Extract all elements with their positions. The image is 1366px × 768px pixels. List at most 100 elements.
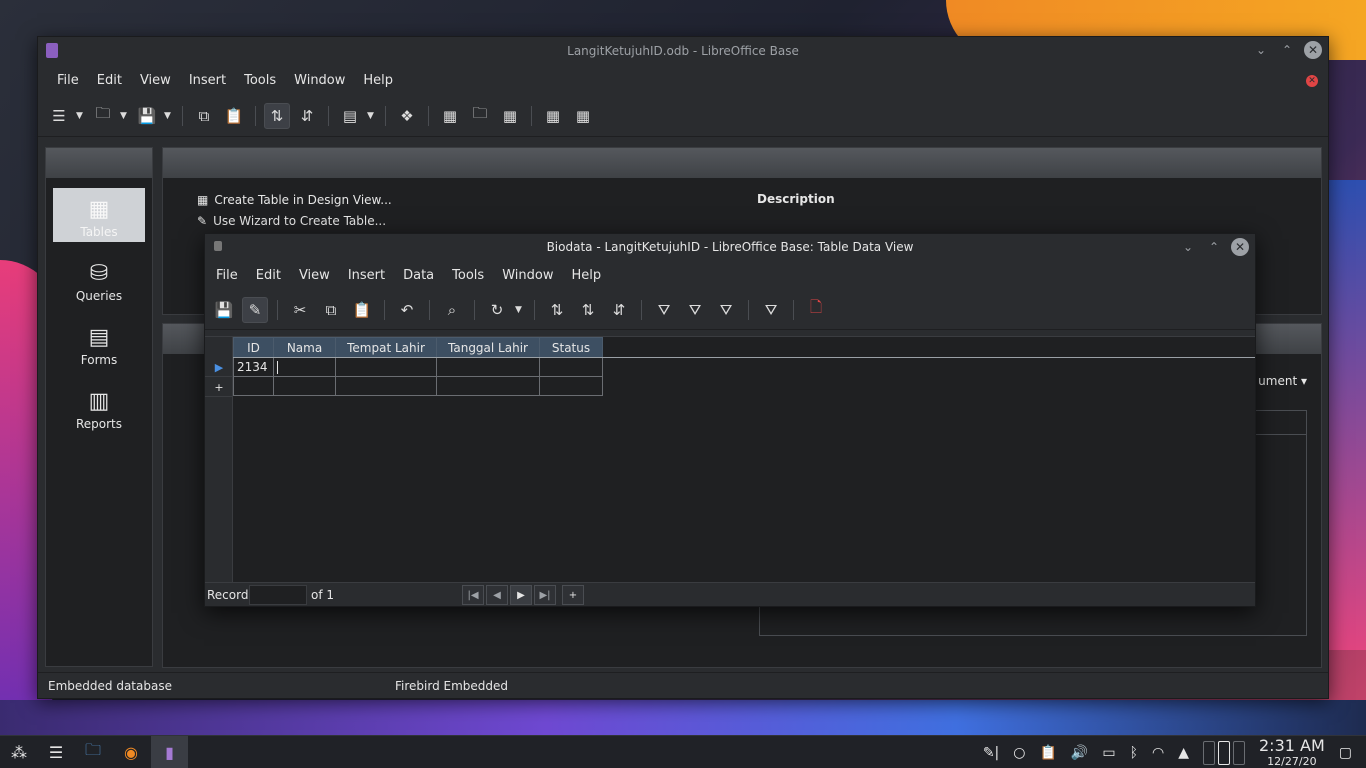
clipboard-icon[interactable]: 📋 <box>1039 745 1056 761</box>
maximize-button[interactable]: ⌃ <box>1278 41 1296 59</box>
form-icon[interactable]: ▤ <box>337 103 363 129</box>
sort-ascending-icon[interactable]: ⇅ <box>264 102 290 129</box>
title-bar[interactable]: Biodata - LangitKetujuhID - LibreOffice … <box>205 234 1255 260</box>
refresh-icon[interactable]: ↻ <box>484 297 510 323</box>
cell-status[interactable] <box>539 376 603 396</box>
open-folder-icon[interactable]: 🗀 <box>90 103 116 129</box>
close-button[interactable]: ✕ <box>1304 41 1322 59</box>
desktop-2[interactable] <box>1218 740 1230 765</box>
menu-view[interactable]: View <box>290 268 339 283</box>
cell-tempat-lahir[interactable] <box>335 376 437 396</box>
column-header-nama[interactable]: Nama <box>273 337 336 358</box>
cell-tempat-lahir[interactable] <box>335 357 437 377</box>
menu-insert[interactable]: Insert <box>339 268 394 283</box>
virtual-desktop-pager[interactable] <box>1203 740 1245 765</box>
menu-window[interactable]: Window <box>285 73 354 88</box>
menu-window[interactable]: Window <box>493 268 562 283</box>
file-manager-icon[interactable]: 🗀 <box>79 736 107 768</box>
menu-help[interactable]: Help <box>562 268 610 283</box>
edit-pencil-icon[interactable]: ✎ <box>242 296 268 323</box>
sidebar-item-queries[interactable]: ⛁ Queries <box>53 252 145 306</box>
chevron-down-icon[interactable]: ▼ <box>164 111 174 121</box>
sidebar-item-tables[interactable]: ▦ Tables <box>53 188 145 242</box>
desktop-3[interactable] <box>1233 740 1245 765</box>
cell-nama[interactable] <box>273 376 336 396</box>
paste-icon[interactable]: 📋 <box>221 103 247 129</box>
new-icon[interactable]: ☰ <box>46 103 72 129</box>
pen-icon[interactable]: ✎| <box>983 745 999 761</box>
relationships-icon[interactable]: ❖ <box>394 103 420 129</box>
last-record-button[interactable]: ▶| <box>534 585 556 605</box>
standard-filter-icon[interactable]: ⛛ <box>682 297 708 323</box>
maximize-button[interactable]: ⌃ <box>1205 238 1223 256</box>
chevron-up-icon[interactable]: ▲ <box>1178 745 1189 761</box>
volume-icon[interactable]: 🔊 <box>1071 745 1088 761</box>
sidebar-item-forms[interactable]: ▤ Forms <box>53 316 145 370</box>
cut-icon[interactable]: ✂ <box>287 297 313 323</box>
firefox-icon[interactable]: ◉ <box>117 736 145 768</box>
wifi-icon[interactable]: ◠ <box>1152 745 1164 761</box>
sort-descending-icon[interactable]: ⇵ <box>606 297 632 323</box>
previous-record-button[interactable]: ◀ <box>486 585 508 605</box>
libreoffice-base-taskbar-icon[interactable]: ▮ <box>151 736 188 768</box>
sort-icon[interactable]: ⇅ <box>544 297 570 323</box>
menu-file[interactable]: File <box>207 268 247 283</box>
autofilter-icon[interactable]: ⛛ <box>651 297 677 323</box>
chevron-down-icon[interactable]: ▼ <box>76 111 86 121</box>
battery-icon[interactable]: ▭ <box>1102 745 1115 761</box>
column-header-status[interactable]: Status <box>539 337 603 358</box>
menu-data[interactable]: Data <box>394 268 443 283</box>
chevron-down-icon[interactable]: ▼ <box>367 111 377 121</box>
cell-id[interactable]: 2134 <box>233 357 274 377</box>
close-document-icon[interactable]: ✕ <box>1306 75 1318 87</box>
menu-insert[interactable]: Insert <box>180 73 235 88</box>
sort-ascending-icon[interactable]: ⇅ <box>575 297 601 323</box>
close-button[interactable]: ✕ <box>1231 238 1249 256</box>
record-number-input[interactable] <box>249 585 307 605</box>
menu-file[interactable]: File <box>48 73 88 88</box>
new-row-marker[interactable]: + <box>205 378 233 397</box>
menu-edit[interactable]: Edit <box>88 73 131 88</box>
undo-icon[interactable]: ↶ <box>394 297 420 323</box>
application-launcher-icon[interactable]: ⁂ <box>4 736 34 768</box>
preview-type-dropdown[interactable]: ument ▾ <box>1258 374 1307 388</box>
minimize-button[interactable]: ⌄ <box>1179 238 1197 256</box>
minimize-button[interactable]: ⌄ <box>1252 41 1270 59</box>
delete-record-icon[interactable]: 🗋 <box>803 297 829 323</box>
chevron-down-icon[interactable]: ▼ <box>120 111 130 121</box>
search-icon[interactable]: ⌕ <box>439 297 465 323</box>
menu-tools[interactable]: Tools <box>235 73 285 88</box>
column-header-tempat-lahir[interactable]: Tempat Lahir <box>335 337 437 358</box>
save-icon[interactable]: 💾 <box>134 103 160 129</box>
current-row-marker[interactable]: ▶ <box>205 358 233 377</box>
column-header-id[interactable]: ID <box>233 337 274 358</box>
desktop-1[interactable] <box>1203 740 1215 765</box>
task-create-table-design[interactable]: ▦ Create Table in Design View... <box>197 193 392 207</box>
bluetooth-icon[interactable]: ᛒ <box>1130 745 1138 761</box>
save-icon[interactable]: 💾 <box>211 297 237 323</box>
task-wizard-create-table[interactable]: ✎ Use Wizard to Create Table... <box>197 214 386 228</box>
cell-id[interactable] <box>233 376 274 396</box>
circle-icon[interactable]: ○ <box>1013 745 1025 761</box>
menu-help[interactable]: Help <box>354 73 402 88</box>
cell-tanggal-lahir[interactable] <box>436 376 540 396</box>
next-record-button[interactable]: ▶ <box>510 585 532 605</box>
title-bar[interactable]: LangitKetujuhID.odb - LibreOffice Base ⌄… <box>38 37 1328 65</box>
apply-filter-icon[interactable]: ⛛ <box>713 297 739 323</box>
show-desktop-icon[interactable]: ▢ <box>1339 745 1352 761</box>
table-edit-icon[interactable]: ▦ <box>497 103 523 129</box>
folder-icon[interactable]: 🗀 <box>467 103 493 129</box>
paste-icon[interactable]: 📋 <box>349 297 375 323</box>
new-record-button[interactable]: + <box>562 585 584 605</box>
sort-descending-icon[interactable]: ⇵ <box>294 103 320 129</box>
menu-edit[interactable]: Edit <box>247 268 290 283</box>
table-delete-icon[interactable]: ▦ <box>540 103 566 129</box>
copy-icon[interactable]: ⧉ <box>191 103 217 129</box>
chevron-down-icon[interactable]: ▼ <box>515 305 525 315</box>
column-header-tanggal-lahir[interactable]: Tanggal Lahir <box>436 337 540 358</box>
cell-nama[interactable] <box>273 357 336 377</box>
first-record-button[interactable]: |◀ <box>462 585 484 605</box>
reset-filter-icon[interactable]: ⛛ <box>758 297 784 323</box>
copy-icon[interactable]: ⧉ <box>318 297 344 323</box>
task-manager-icon[interactable]: ☰ <box>42 736 70 768</box>
